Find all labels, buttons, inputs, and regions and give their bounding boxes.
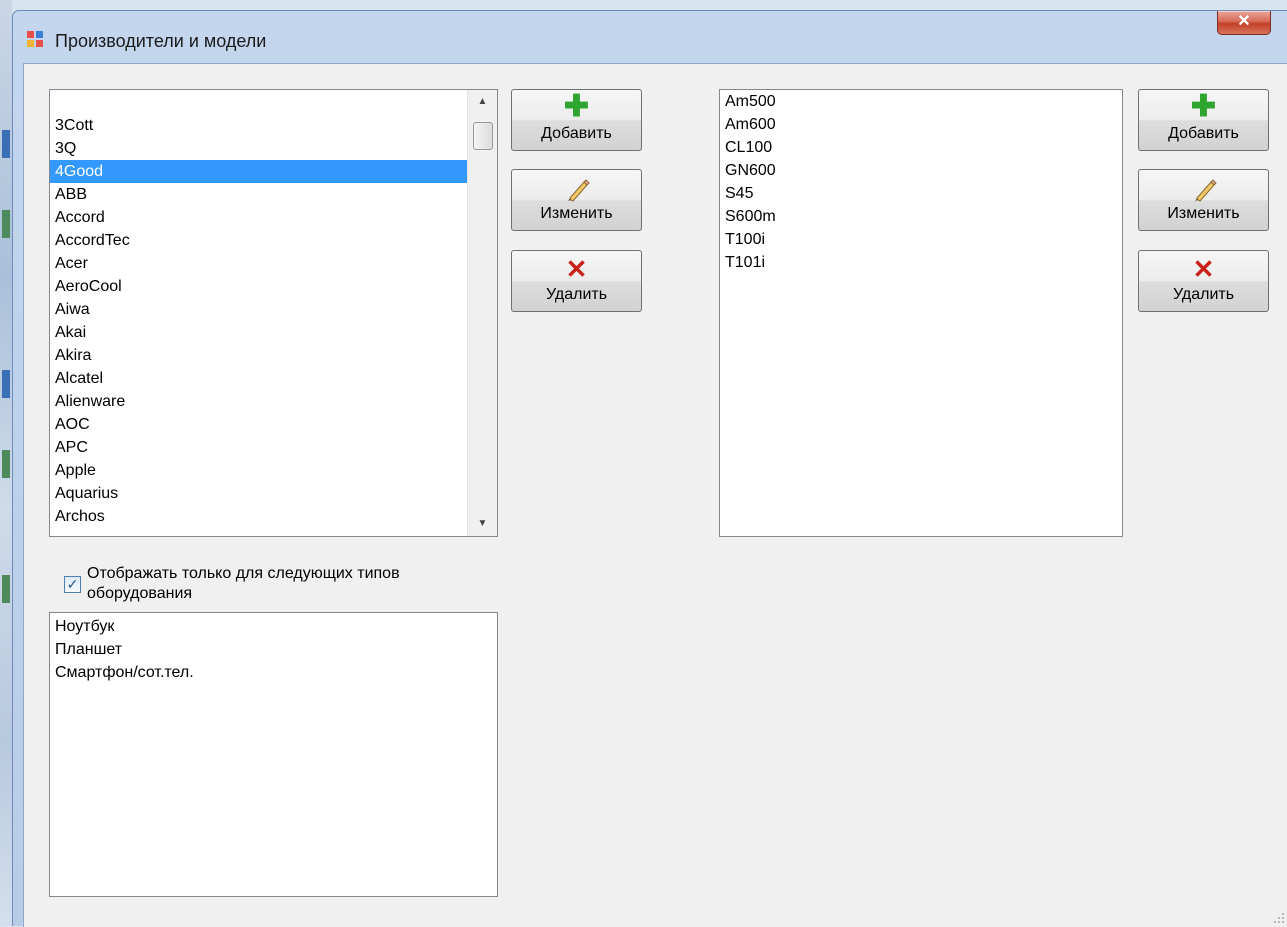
- resize-grip-icon[interactable]: [1272, 911, 1284, 923]
- dialog-window: Производители и модели ✕ 3Cott 3Q 4Good ABB…: [12, 10, 1287, 927]
- manufacturer-list-item[interactable]: Alienware: [50, 390, 467, 413]
- window-title: Производители и модели: [55, 31, 267, 51]
- taskbar-edge-mark: [2, 370, 10, 398]
- model-list-item[interactable]: T101i: [720, 251, 1122, 274]
- equipment-type-list-item[interactable]: Ноутбук: [50, 615, 497, 638]
- model-list-item[interactable]: GN600: [720, 159, 1122, 182]
- edit-model-button[interactable]: Изменить: [1138, 169, 1269, 231]
- desktop-background-strip: [0, 0, 12, 926]
- model-list[interactable]: Am500 Am600 CL100 GN600 S45 S600m T100i T101i: [719, 89, 1123, 537]
- manufacturer-list-scrollbar[interactable]: ▲ ▼: [467, 90, 497, 536]
- delete-manufacturer-button[interactable]: ✕ Удалить: [511, 250, 642, 312]
- edit-model-label: Изменить: [1167, 205, 1240, 222]
- equipment-type-list-item[interactable]: Смартфон/сот.тел.: [50, 661, 497, 684]
- manufacturer-list-item[interactable]: Alcatel: [50, 367, 467, 390]
- manufacturer-list-item[interactable]: ABB: [50, 183, 467, 206]
- manufacturer-list-item[interactable]: Aiwa: [50, 298, 467, 321]
- plus-icon: ✚: [1190, 90, 1217, 123]
- manufacturer-list-item[interactable]: 3Cott: [50, 114, 467, 137]
- filter-checkbox-label[interactable]: Отображать только для следующих типов об…: [87, 564, 427, 604]
- scroll-down-arrow-icon[interactable]: ▼: [468, 512, 497, 536]
- manufacturer-list-item[interactable]: 3Q: [50, 137, 467, 160]
- checkmark-icon: ✓: [66, 576, 79, 592]
- manufacturer-list-item[interactable]: AOC: [50, 413, 467, 436]
- taskbar-edge-mark: [2, 575, 10, 603]
- edit-manufacturer-button[interactable]: Изменить: [511, 169, 642, 231]
- manufacturer-list-item[interactable]: Acer: [50, 252, 467, 275]
- delete-model-button[interactable]: ✕ Удалить: [1138, 250, 1269, 312]
- add-model-label: Добавить: [1168, 125, 1239, 142]
- edit-manufacturer-label: Изменить: [540, 205, 613, 222]
- pencil-icon: [562, 176, 592, 202]
- taskbar-edge-mark: [2, 210, 10, 238]
- taskbar-edge-mark: [2, 450, 10, 478]
- equipment-type-list-item[interactable]: Планшет: [50, 638, 497, 661]
- manufacturer-list-item[interactable]: Aquarius: [50, 482, 467, 505]
- model-list-item[interactable]: T100i: [720, 228, 1122, 251]
- model-rows: Am500 Am600 CL100 GN600 S45 S600m T100i T101i: [720, 90, 1122, 274]
- model-list-item[interactable]: S45: [720, 182, 1122, 205]
- manufacturer-rows: 3Cott 3Q 4Good ABB Accord AccordTec Acer AeroCo…: [50, 114, 467, 528]
- add-manufacturer-label: Добавить: [541, 125, 612, 142]
- manufacturer-list-item[interactable]: 4Good: [50, 160, 467, 183]
- delete-x-icon: ✕: [1192, 254, 1215, 284]
- delete-x-icon: ✕: [565, 254, 588, 284]
- manufacturer-list-item[interactable]: Accord: [50, 206, 467, 229]
- manufacturer-list-item[interactable]: AccordTec: [50, 229, 467, 252]
- app-window-icon: [27, 31, 45, 47]
- manufacturer-list[interactable]: 3Cott 3Q 4Good ABB Accord AccordTec Acer AeroCo…: [49, 89, 498, 537]
- equipment-type-list[interactable]: Ноутбук Планшет Смартфон/сот.тел.: [49, 612, 498, 897]
- plus-icon: ✚: [563, 90, 590, 123]
- pencil-icon: [1189, 176, 1219, 202]
- add-manufacturer-button[interactable]: ✚ Добавить: [511, 89, 642, 151]
- delete-model-label: Удалить: [1172, 286, 1235, 303]
- model-list-item[interactable]: Am500: [720, 90, 1122, 113]
- add-model-button[interactable]: ✚ Добавить: [1138, 89, 1269, 151]
- taskbar-edge-mark: [2, 130, 10, 158]
- manufacturer-list-item[interactable]: Akira: [50, 344, 467, 367]
- manufacturer-list-item[interactable]: Akai: [50, 321, 467, 344]
- manufacturer-list-item[interactable]: Apple: [50, 459, 467, 482]
- model-list-item[interactable]: S600m: [720, 205, 1122, 228]
- dialog-client-area: 3Cott 3Q 4Good ABB Accord AccordTec Acer AeroCo…: [23, 63, 1287, 927]
- scroll-thumb[interactable]: [473, 122, 493, 150]
- scroll-up-arrow-icon[interactable]: ▲: [468, 90, 497, 114]
- close-icon: ✕: [1237, 13, 1251, 30]
- close-button[interactable]: ✕: [1217, 11, 1271, 35]
- equipment-type-rows: Ноутбук Планшет Смартфон/сот.тел.: [50, 615, 497, 684]
- model-list-item[interactable]: CL100: [720, 136, 1122, 159]
- manufacturer-list-item[interactable]: APC: [50, 436, 467, 459]
- delete-manufacturer-label: Удалить: [545, 286, 608, 303]
- model-list-item[interactable]: Am600: [720, 113, 1122, 136]
- manufacturer-list-item[interactable]: Archos: [50, 505, 467, 528]
- filter-checkbox[interactable]: ✓: [64, 576, 81, 593]
- title-bar[interactable]: Производители и модели ✕: [13, 11, 1287, 61]
- manufacturer-list-item[interactable]: AeroCool: [50, 275, 467, 298]
